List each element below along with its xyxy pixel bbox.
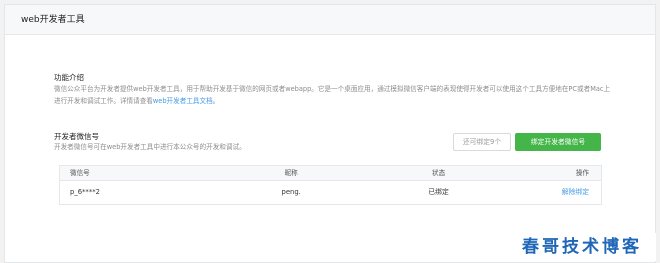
developers-description: 开发者微信号可在web开发者工具中进行本公众号的开发和调试。	[54, 143, 246, 151]
column-header-status: 状态	[432, 169, 446, 177]
column-header-wechat-id: 微信号	[70, 169, 90, 177]
table-row: p_6****2 peng. 已绑定 解除绑定	[60, 181, 601, 204]
panel-header: web开发者工具	[5, 5, 655, 35]
bind-developer-button[interactable]: 绑定开发者微信号	[515, 133, 601, 151]
unbind-link[interactable]: 解除绑定	[562, 188, 589, 196]
cell-wechat-id: p_6****2	[70, 188, 100, 196]
column-header-action: 操作	[575, 169, 590, 177]
table-header: 微信号 昵称 状态 操作	[60, 166, 601, 181]
intro-text-end: 。	[212, 97, 220, 105]
intro-text: 微信公众平台为开发者提供web开发者工具，用于帮助开发基于微信的网页或者weba…	[54, 85, 611, 105]
cell-nickname: peng.	[281, 188, 301, 196]
remaining-binds-indicator: 还可绑定9个	[453, 133, 511, 151]
page-title: web开发者工具	[21, 15, 85, 25]
docs-link[interactable]: web开发者工具文档	[153, 97, 213, 105]
column-header-nickname: 昵称	[284, 169, 298, 177]
intro-description: 微信公众平台为开发者提供web开发者工具，用于帮助开发基于微信的网页或者weba…	[54, 83, 614, 107]
cell-status: 已绑定	[428, 188, 449, 196]
blog-watermark: 春哥技术博客	[508, 233, 656, 261]
intro-title: 功能介绍	[54, 73, 84, 82]
cell-action: 解除绑定	[504, 181, 601, 204]
developers-table: 微信号 昵称 状态 操作 p_6****2 peng. 已绑定 解除绑定	[59, 165, 602, 205]
